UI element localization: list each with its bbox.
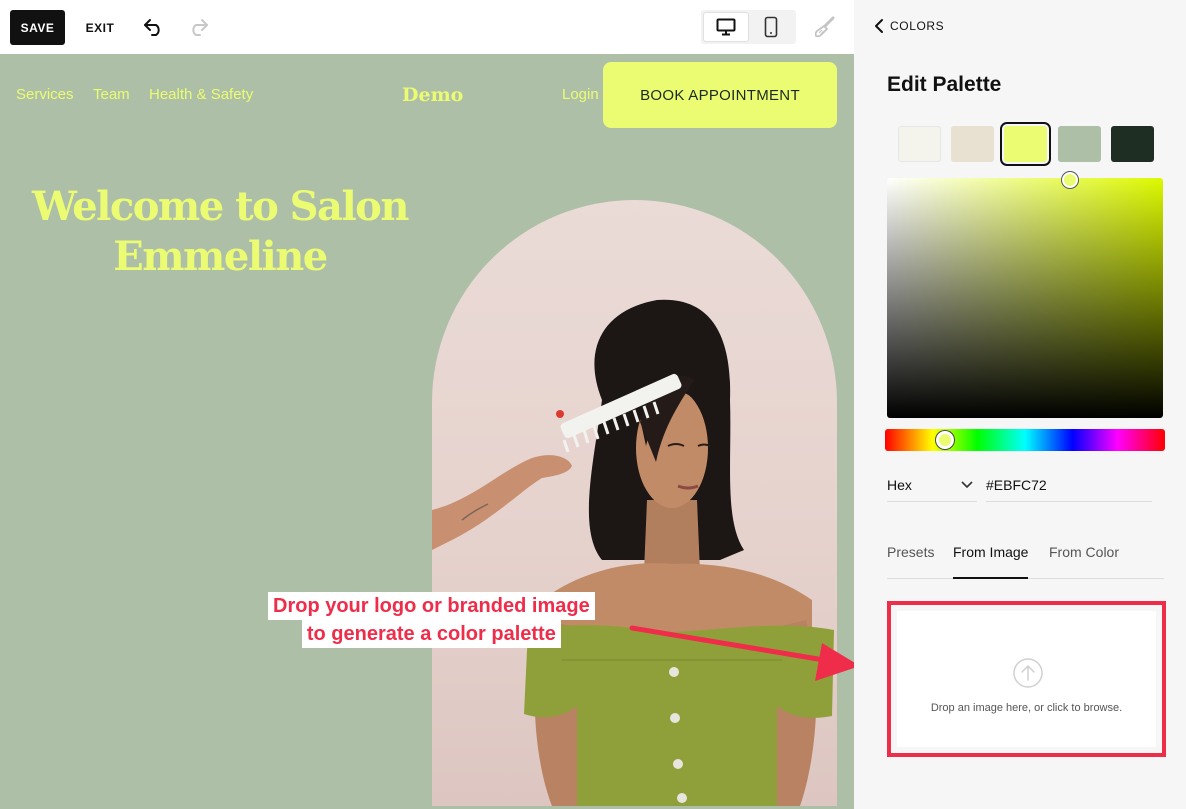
tab-presets[interactable]: Presets (887, 540, 934, 579)
back-label: COLORS (890, 19, 945, 33)
saturation-value-picker[interactable] (887, 172, 1163, 418)
image-dropzone[interactable]: Drop an image here, or click to browse. (897, 611, 1156, 747)
save-button[interactable]: SAVE (10, 10, 65, 45)
device-toggle (701, 10, 796, 44)
color-format-select[interactable]: Hex (887, 468, 977, 502)
hue-slider-handle[interactable] (936, 431, 954, 449)
mobile-icon (764, 16, 778, 38)
palette-swatch-1[interactable] (898, 126, 941, 162)
palette-source-tabs: Presets From Image From Color (887, 540, 1164, 579)
undo-icon[interactable] (139, 12, 169, 42)
callout-arrow-icon (629, 625, 854, 681)
tab-from-image[interactable]: From Image (953, 540, 1029, 579)
chevron-left-icon (875, 19, 883, 33)
editor-toolbar: SAVE EXIT (0, 0, 854, 54)
back-to-colors-link[interactable]: COLORS (874, 18, 944, 34)
site-preview: Services Team Health & Safety Demo Login… (0, 54, 854, 809)
redo-icon[interactable] (183, 12, 213, 42)
desktop-icon (716, 18, 736, 36)
dropzone-highlight: Drop an image here, or click to browse. (887, 601, 1166, 757)
exit-button[interactable]: EXIT (80, 10, 120, 45)
palette-swatch-4[interactable] (1058, 126, 1101, 162)
dropzone-text: Drop an image here, or click to browse. (930, 702, 1123, 714)
panel-title: Edit Palette (887, 73, 1002, 96)
colors-panel: COLORS Edit Palette Hex #EBFC72 Presets … (854, 0, 1186, 809)
paintbrush-icon[interactable] (810, 12, 840, 42)
upload-icon (1013, 658, 1043, 688)
callout-line-2: to generate a color palette (301, 620, 561, 648)
color-picker-handle[interactable] (1062, 172, 1078, 188)
callout-text: Drop your logo or branded image to gener… (268, 592, 595, 648)
palette-swatch-5[interactable] (1111, 126, 1154, 162)
chevron-down-icon (961, 480, 973, 488)
hue-slider[interactable] (885, 429, 1165, 451)
color-format-value: Hex (887, 476, 912, 493)
palette-swatch-3[interactable] (1000, 122, 1051, 166)
hex-input[interactable]: #EBFC72 (986, 468, 1152, 502)
tab-from-color[interactable]: From Color (1049, 540, 1119, 579)
mobile-view-button[interactable] (749, 13, 793, 41)
callout-line-1: Drop your logo or branded image (268, 592, 595, 620)
desktop-view-button[interactable] (704, 13, 748, 41)
palette-swatch-2[interactable] (951, 126, 994, 162)
